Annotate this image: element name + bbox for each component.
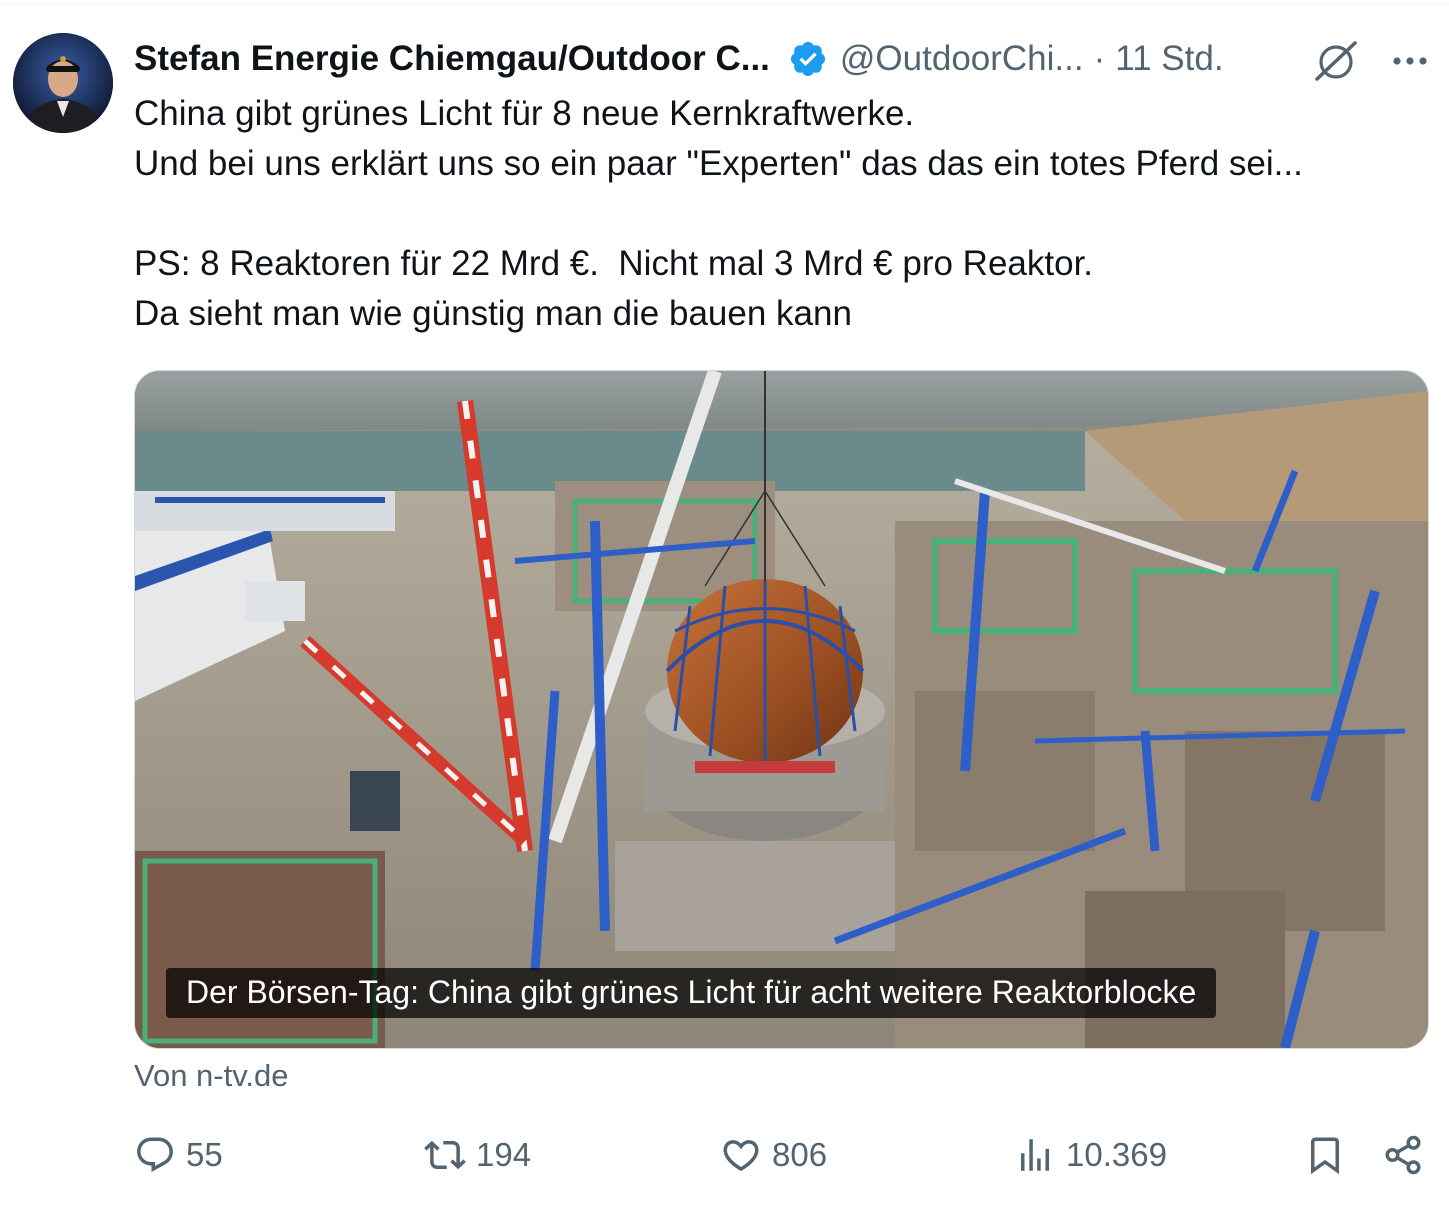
author-display-name[interactable]: Stefan Energie Chiemgau/Outdoor C... [134, 39, 770, 79]
tweet-text: China gibt grünes Licht für 8 neue Kernk… [134, 89, 1434, 339]
media-caption: Der Börsen-Tag: China gibt grünes Licht … [166, 968, 1217, 1018]
tweet-header: Stefan Energie Chiemgau/Outdoor C... @Ou… [134, 36, 1434, 82]
like-count: 806 [772, 1136, 828, 1173]
tweet-text-line: Und bei uns erklärt uns so ein paar "Exp… [134, 144, 1303, 183]
share-button[interactable] [1382, 1130, 1424, 1180]
more-icon[interactable] [1386, 39, 1434, 83]
views-count: 10.369 [1066, 1136, 1167, 1173]
media-card[interactable]: Der Börsen-Tag: China gibt grünes Licht … [134, 370, 1429, 1049]
reply-icon [137, 1137, 173, 1172]
grok-icon[interactable] [1311, 39, 1361, 83]
like-icon [723, 1140, 759, 1172]
views-button[interactable]: 10.369 [1014, 1130, 1167, 1180]
avatar[interactable] [13, 33, 113, 133]
media-image [135, 371, 1428, 1048]
tweet-text-line: China gibt grünes Licht für 8 neue Kernk… [134, 94, 915, 133]
repost-icon [424, 1140, 466, 1170]
repost-count: 194 [476, 1136, 532, 1173]
reply-button[interactable]: 55 [134, 1130, 223, 1180]
tweet-text-line: PS: 8 Reaktoren für 22 Mrd €. Nicht mal … [134, 244, 1094, 283]
reply-count: 55 [186, 1136, 223, 1173]
author-handle[interactable]: @OutdoorChi... [840, 39, 1084, 79]
verified-badge-icon[interactable] [788, 39, 828, 79]
bookmark-button[interactable] [1304, 1130, 1346, 1180]
views-icon [1021, 1139, 1049, 1171]
link-source[interactable]: Von n-tv.de [134, 1058, 289, 1094]
share-icon [1385, 1135, 1421, 1175]
separator-dot: · [1093, 39, 1106, 78]
top-divider [0, 4, 1449, 5]
action-bar: 55 194 806 10.369 [134, 1130, 1434, 1180]
repost-button[interactable]: 194 [424, 1130, 531, 1180]
tweet-text-line: Da sieht man wie günstig man die bauen k… [134, 294, 852, 333]
like-button[interactable]: 806 [720, 1130, 827, 1180]
bookmark-icon [1311, 1137, 1339, 1175]
timestamp[interactable]: 11 Std. [1115, 39, 1223, 79]
